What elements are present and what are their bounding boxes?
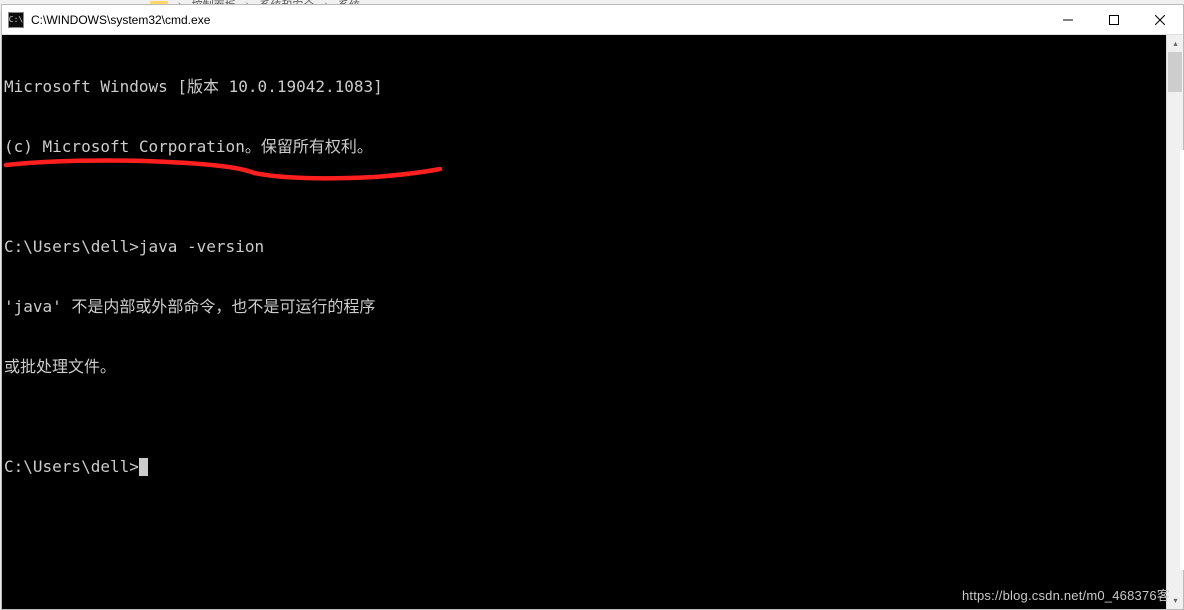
- red-underline-annotation: [4, 153, 444, 183]
- close-icon: [1155, 15, 1165, 25]
- terminal-line: (c) Microsoft Corporation。保留所有权利。: [4, 137, 1166, 157]
- terminal-line: Microsoft Windows [版本 10.0.19042.1083]: [4, 77, 1166, 97]
- window-controls: [1045, 5, 1183, 35]
- watermark-text: https://blog.csdn.net/m0_468376客: [962, 585, 1170, 604]
- minimize-button[interactable]: [1045, 5, 1091, 35]
- right-edge-strip: [1180, 150, 1184, 570]
- maximize-icon: [1109, 15, 1119, 25]
- titlebar[interactable]: C:\ C:\WINDOWS\system32\cmd.exe: [2, 5, 1183, 35]
- terminal-line: 'java' 不是内部或外部命令，也不是可运行的程序: [4, 297, 1166, 317]
- terminal-prompt: C:\Users\dell>: [4, 457, 139, 476]
- terminal-output[interactable]: Microsoft Windows [版本 10.0.19042.1083] (…: [2, 35, 1166, 609]
- terminal-line: 或批处理文件。: [4, 357, 1166, 377]
- terminal-prompt-line: C:\Users\dell>: [4, 457, 1166, 477]
- scroll-up-arrow-icon[interactable]: ▴: [1167, 35, 1184, 52]
- cmd-window: C:\ C:\WINDOWS\system32\cmd.exe Microsof…: [1, 4, 1184, 610]
- cmd-icon: C:\: [8, 12, 24, 28]
- minimize-icon: [1063, 15, 1073, 25]
- scrollbar-thumb[interactable]: [1168, 52, 1182, 92]
- window-title: C:\WINDOWS\system32\cmd.exe: [31, 13, 210, 27]
- terminal-line: C:\Users\dell>java -version: [4, 237, 1166, 257]
- maximize-button[interactable]: [1091, 5, 1137, 35]
- cursor: [139, 458, 148, 476]
- close-button[interactable]: [1137, 5, 1183, 35]
- client-area: Microsoft Windows [版本 10.0.19042.1083] (…: [2, 35, 1183, 609]
